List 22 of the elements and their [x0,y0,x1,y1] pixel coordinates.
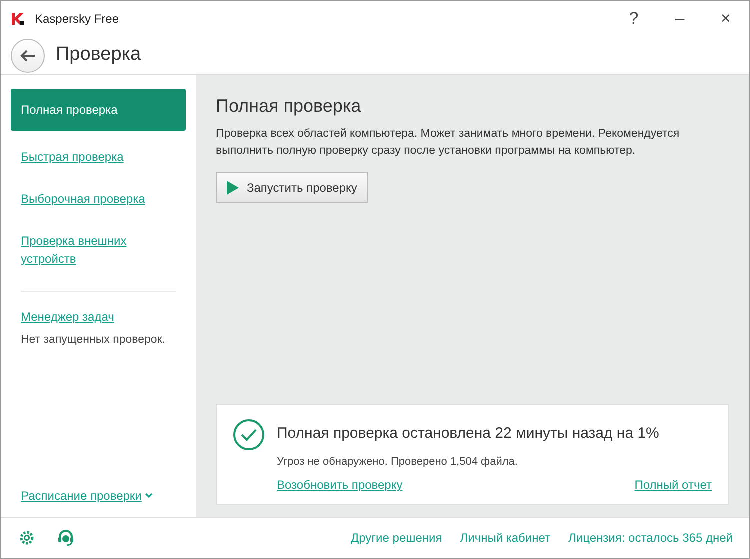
full-report-link[interactable]: Полный отчет [634,476,712,494]
page-title: Проверка [56,43,142,68]
sidebar-item[interactable]: Быстрая проверка [11,141,186,173]
sidebar-item[interactable]: Полная проверка [11,89,186,131]
footer-link[interactable]: Личный кабинет [460,529,551,547]
task-manager-link[interactable]: Менеджер задач [21,310,114,324]
help-button[interactable]: ? [611,6,657,32]
start-scan-button[interactable]: Запустить проверку [216,172,368,203]
close-button[interactable]: × [703,6,749,32]
resume-scan-link[interactable]: Возобновить проверку [277,476,403,494]
footer-link[interactable]: Лицензия: осталось 365 дней [568,529,733,547]
status-title: Полная проверка остановлена 22 минуты назад на 1% [277,424,660,444]
task-status-text: Нет запущенных проверок. [21,333,166,348]
sidebar-item[interactable]: Выборочная проверка [11,183,186,215]
section-title: Полная проверка [216,95,362,118]
sidebar-item[interactable]: Проверка внешних устройств [11,225,186,275]
status-details: Угроз не обнаружено. Проверено 1,504 файла. [277,454,519,470]
schedule-link[interactable]: Расписание проверки [21,487,142,505]
description-text: Проверка всех областей компьютера. Может занимать много времени. Рекомендуется выполнить полную проверку сразу после установки программы на компьютер. [216,127,681,159]
minimize-button[interactable]: – [657,6,703,32]
footer-link[interactable]: Другие решения [351,529,442,547]
window-title: Kaspersky Free [35,11,120,28]
